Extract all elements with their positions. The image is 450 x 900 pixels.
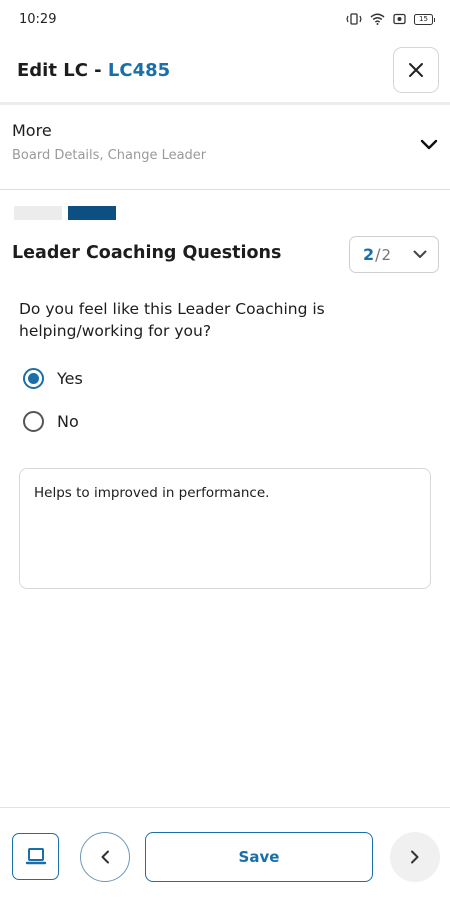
previous-button[interactable]: [80, 832, 130, 882]
answer-textarea[interactable]: Helps to improved in performance.: [19, 468, 431, 589]
save-button[interactable]: Save: [145, 832, 373, 882]
option-yes-label: Yes: [57, 369, 83, 388]
chevron-down-icon: [413, 250, 427, 258]
status-time: 10:29: [19, 11, 57, 27]
wifi-icon: [370, 13, 385, 25]
vibrate-icon: [346, 13, 362, 25]
more-divider: [0, 189, 450, 190]
section-title: Leader Coaching Questions: [12, 243, 282, 263]
chevron-down-icon[interactable]: [420, 139, 438, 151]
chevron-left-icon: [101, 850, 109, 864]
radio-no[interactable]: [23, 411, 44, 432]
next-button[interactable]: [390, 832, 440, 882]
close-icon: [409, 63, 423, 77]
option-yes[interactable]: Yes: [23, 368, 83, 389]
laptop-icon: [25, 847, 46, 864]
more-title: More: [12, 121, 52, 140]
more-section[interactable]: More Board Details, Change Leader: [0, 105, 450, 189]
more-subtitle: Board Details, Change Leader: [12, 148, 207, 163]
battery-level: 15: [419, 15, 428, 23]
close-button[interactable]: [393, 47, 439, 93]
status-bar: 10:29 15: [0, 0, 450, 38]
header: Edit LC - LC485: [0, 38, 450, 102]
footer-divider: [0, 807, 450, 808]
battery-icon: 15: [414, 13, 435, 25]
lc-code: LC485: [107, 59, 171, 81]
status-icons: 15: [346, 13, 435, 25]
question-text: Do you feel like this Leader Coaching is…: [19, 300, 325, 340]
page-title-prefix: Edit LC -: [17, 59, 108, 81]
chevron-right-icon: [411, 850, 419, 864]
progress-step-1: [14, 206, 62, 220]
page-separator: /: [375, 245, 381, 264]
laptop-button[interactable]: [12, 833, 59, 880]
page-title: Edit LC - LC485: [17, 60, 170, 81]
page-total: 2: [381, 245, 392, 264]
progress-step-2: [68, 206, 116, 220]
option-no[interactable]: No: [23, 411, 79, 432]
option-no-label: No: [57, 412, 79, 431]
page-current: 2: [363, 245, 375, 264]
radio-yes[interactable]: [23, 368, 44, 389]
page-selector[interactable]: 2 / 2: [349, 236, 439, 273]
screen-record-icon: [393, 13, 406, 25]
